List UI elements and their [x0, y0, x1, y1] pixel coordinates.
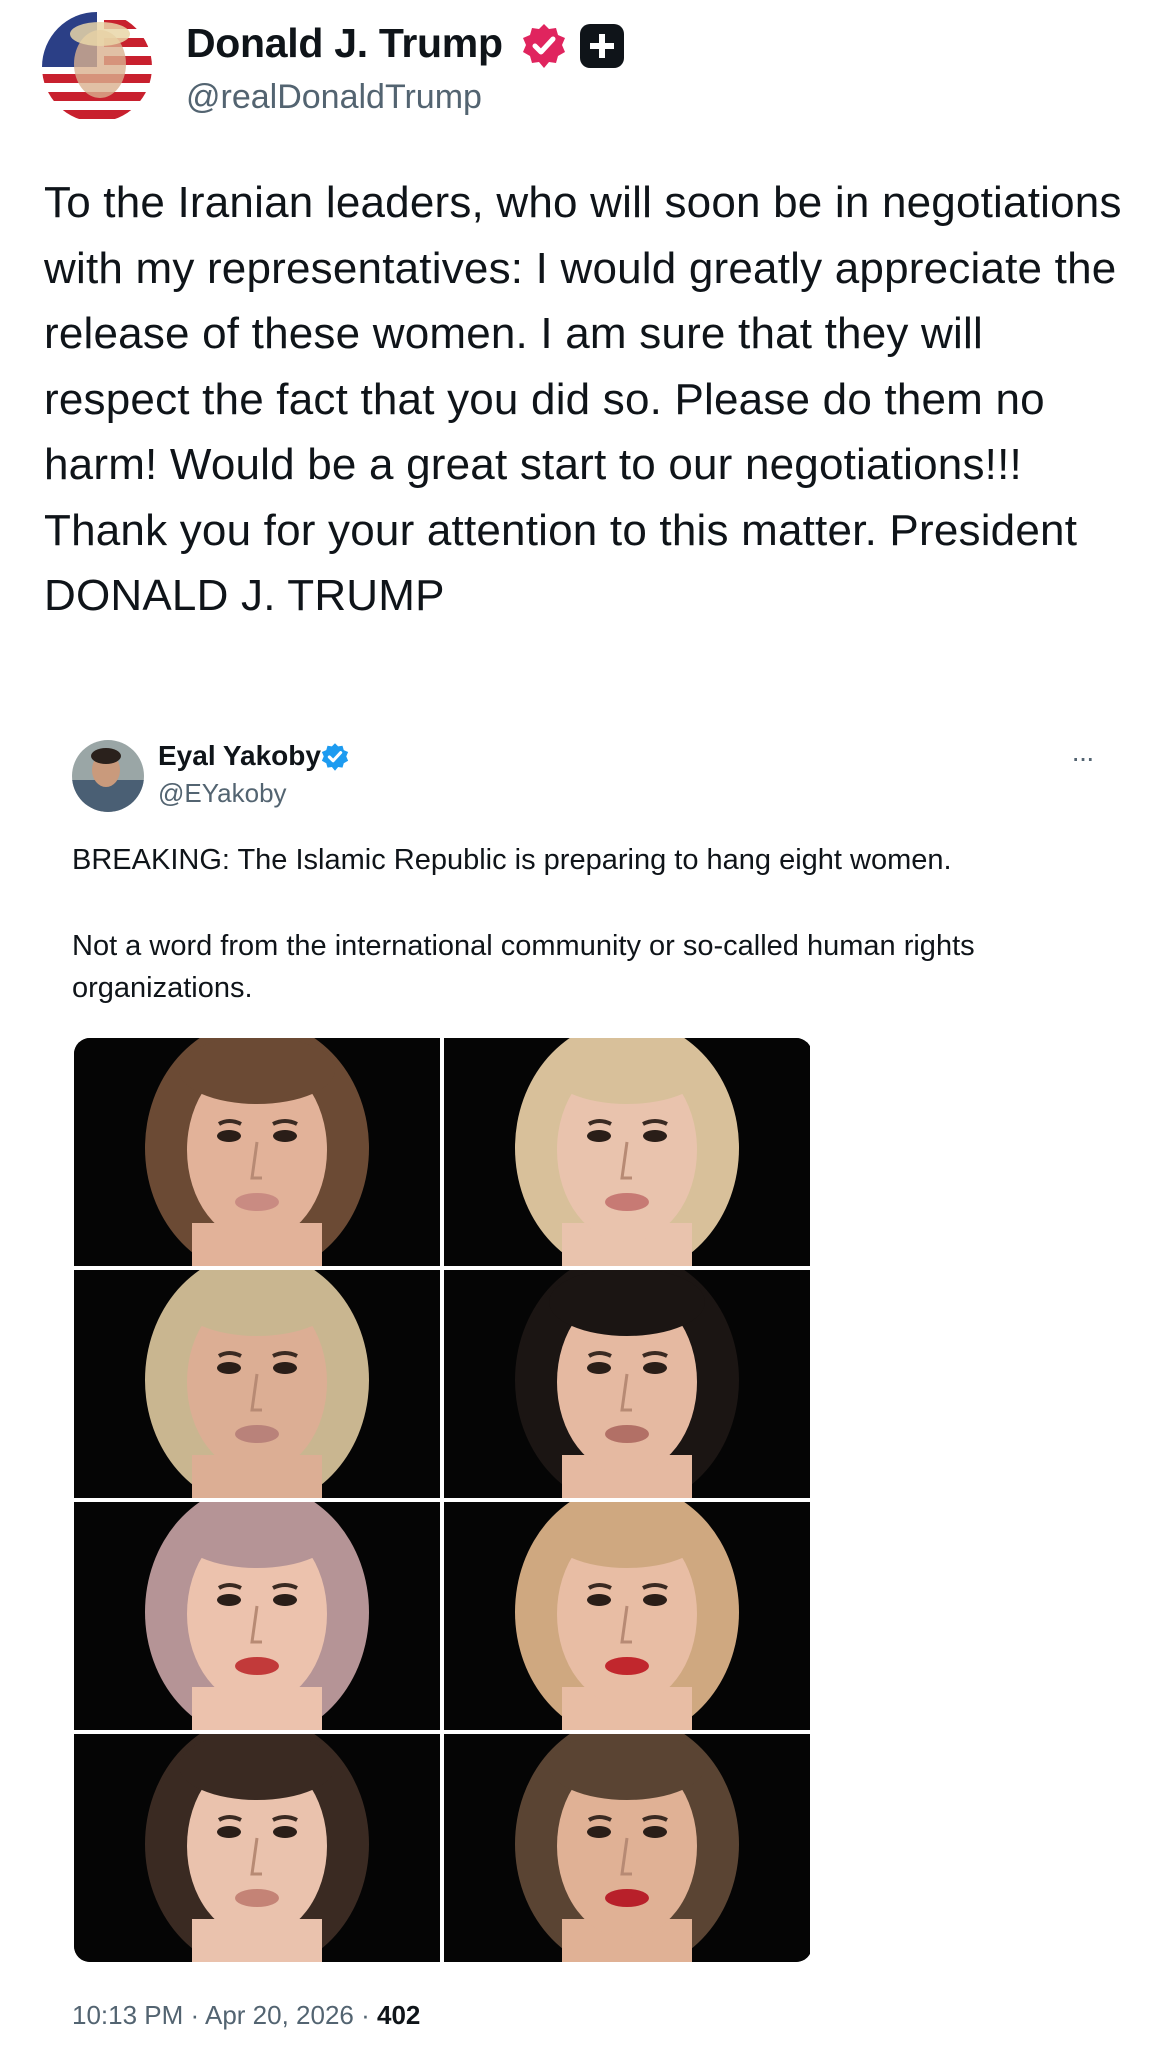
separator-dot: · [361, 2000, 377, 2030]
photo-6[interactable] [444, 1502, 810, 1730]
post-time: 10:13 PM [72, 2000, 184, 2030]
photo-8[interactable] [444, 1734, 810, 1962]
photo-1[interactable] [74, 1038, 440, 1266]
author-handle[interactable]: @realDonaldTrump [186, 78, 482, 117]
post-text: To the Iranian leaders, who will soon be… [44, 178, 1122, 620]
photo-2[interactable] [444, 1038, 810, 1266]
photo-4[interactable] [444, 1270, 810, 1498]
photo-grid[interactable] [74, 1038, 812, 1962]
plus-badge-icon [580, 24, 624, 68]
verified-badge-icon [523, 24, 565, 68]
more-horizontal-icon[interactable]: ··· [1062, 742, 1102, 773]
quote-text-line: organizations. [72, 972, 253, 1004]
photo-5[interactable] [74, 1502, 440, 1730]
author-name[interactable]: Donald J. Trump [186, 20, 503, 67]
quote-author-avatar[interactable] [72, 740, 144, 812]
fade-overlay [440, 1994, 800, 2038]
post-card: Donald J. Trump @realDonaldTrump To the … [0, 0, 1172, 2048]
quote-author-name[interactable]: Eyal Yakoby [158, 740, 321, 772]
author-avatar[interactable] [42, 12, 152, 122]
quote-verified-badge-icon [321, 743, 349, 771]
view-count: 402 [377, 2000, 421, 2030]
quote-author-handle[interactable]: @EYakoby [158, 778, 287, 809]
photo-7[interactable] [74, 1734, 440, 1962]
separator-dot: · [190, 2000, 205, 2030]
post-timestamp[interactable]: 10:13 PM · Apr 20, 2026 · 402 [72, 2000, 420, 2031]
quote-text-line: Not a word from the international commun… [72, 930, 975, 962]
post-date: Apr 20, 2026 [204, 2000, 354, 2030]
photo-3[interactable] [74, 1270, 440, 1498]
quote-text-line: BREAKING: The Islamic Republic is prepar… [72, 844, 952, 876]
